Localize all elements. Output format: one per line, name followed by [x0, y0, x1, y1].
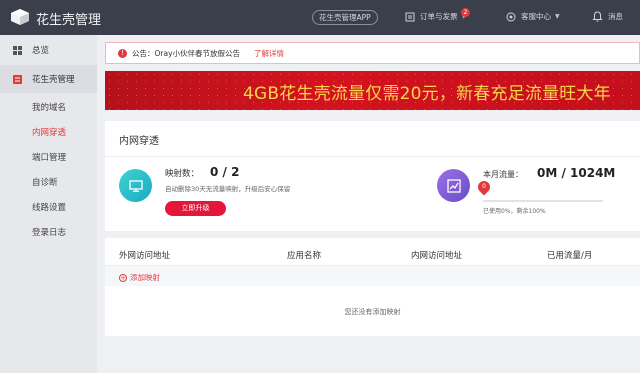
mapping-table: 外网访问地址 应用名称 内网访问地址 已用流量/月 + 添加映射 您还没有添加映… — [105, 238, 640, 336]
sidebar-item-port-management[interactable]: 端口管理 — [32, 151, 66, 163]
orders-invoices-menu[interactable]: 订单与发票 ▼ — [405, 11, 466, 22]
mapping-count-label: 映射数： — [165, 169, 200, 179]
monthly-traffic-label: 本月流量： — [483, 170, 523, 179]
alert-icon: ! — [118, 48, 127, 58]
orders-icon — [405, 12, 415, 21]
banner-text: 4GB花生壳流量仅需20元，新春充足流量旺大年 — [243, 84, 611, 104]
mapping-count-value: 0 / 2 — [210, 165, 240, 179]
sidebar-group-label: 花生壳管理 — [32, 75, 75, 85]
promo-banner[interactable]: 4GB花生壳流量仅需20元，新春充足流量旺大年 — [105, 71, 640, 110]
monitor-icon — [119, 169, 152, 202]
traffic-usage-description: 已使用0%，剩余100% — [483, 208, 546, 215]
service-center-menu[interactable]: 客服中心 ▼ — [506, 11, 560, 22]
penetration-summary-card: 内网穿透 映射数： 0 / 2 自动删除30天无流量映射，升级后安心保留 立即升… — [105, 121, 640, 231]
divider — [105, 156, 640, 157]
sidebar-group-peanut-shell[interactable]: 花生壳管理 — [0, 65, 97, 93]
chevron-down-icon: ▼ — [555, 13, 560, 20]
service-label: 客服中心 — [521, 12, 551, 21]
top-bar: 花生壳管理 花生壳管理APP 订单与发票 ▼ 2 客服中心 ▼ 消息 — [0, 0, 640, 35]
sidebar-item-intranet-penetration[interactable]: 内网穿透 — [32, 126, 66, 138]
messages-label: 消息 — [608, 12, 623, 21]
column-header-internal-address: 内网访问地址 — [411, 251, 463, 261]
messages-menu[interactable]: 消息 — [592, 11, 623, 22]
traffic-chart-icon — [437, 169, 470, 202]
mapping-description: 自动删除30天无流量映射，升级后安心保留 — [165, 185, 291, 193]
traffic-progress-bar — [483, 200, 603, 202]
traffic-pin-icon: 0 — [475, 178, 493, 196]
sidebar-item-label: 总览 — [32, 46, 50, 56]
sidebar-item-login-log[interactable]: 登录日志 — [32, 226, 66, 238]
announcement-details-link[interactable]: 了解详情 — [254, 48, 284, 59]
announcement-bar: ! 公告：Oray小伙伴春节放假公告 了解详情 — [105, 42, 640, 64]
orders-count-badge: 2 — [461, 8, 470, 17]
bell-icon — [592, 11, 603, 22]
peanut-shell-icon — [13, 74, 22, 84]
sidebar: 总览 花生壳管理 我的域名 内网穿透 端口管理 自诊断 线路设置 登录日志 — [0, 35, 97, 373]
add-mapping-row — [105, 266, 640, 286]
column-header-app-name: 应用名称 — [287, 251, 322, 261]
orders-label: 订单与发票 — [420, 12, 458, 21]
plus-circle-icon: + — [119, 273, 127, 282]
section-title: 内网穿透 — [119, 136, 159, 147]
traffic-pin-value: 0 — [482, 183, 486, 190]
app-title: 花生壳管理 — [36, 13, 102, 28]
sidebar-item-self-diagnosis[interactable]: 自诊断 — [32, 176, 58, 188]
add-mapping-link[interactable]: + 添加映射 — [119, 272, 160, 283]
peanut-shell-logo-icon[interactable] — [10, 8, 30, 26]
sidebar-item-line-settings[interactable]: 线路设置 — [32, 201, 66, 213]
empty-state-text: 您还没有添加映射 — [344, 308, 401, 316]
sidebar-item-domains[interactable]: 我的域名 — [32, 101, 66, 113]
monthly-traffic-value: 0M / 1024M — [537, 166, 616, 180]
column-header-monthly-traffic: 已用流量/月 — [547, 251, 593, 261]
dashboard-icon — [13, 45, 22, 55]
add-mapping-label: 添加映射 — [130, 273, 160, 282]
column-header-external-address: 外网访问地址 — [119, 251, 171, 261]
app-download-button[interactable]: 花生壳管理APP — [312, 10, 378, 25]
headset-icon — [506, 12, 516, 21]
announcement-text: 公告：Oray小伙伴春节放假公告 — [132, 48, 241, 58]
upgrade-button[interactable]: 立即升级 — [165, 201, 226, 216]
sidebar-item-overview[interactable]: 总览 — [0, 36, 97, 64]
